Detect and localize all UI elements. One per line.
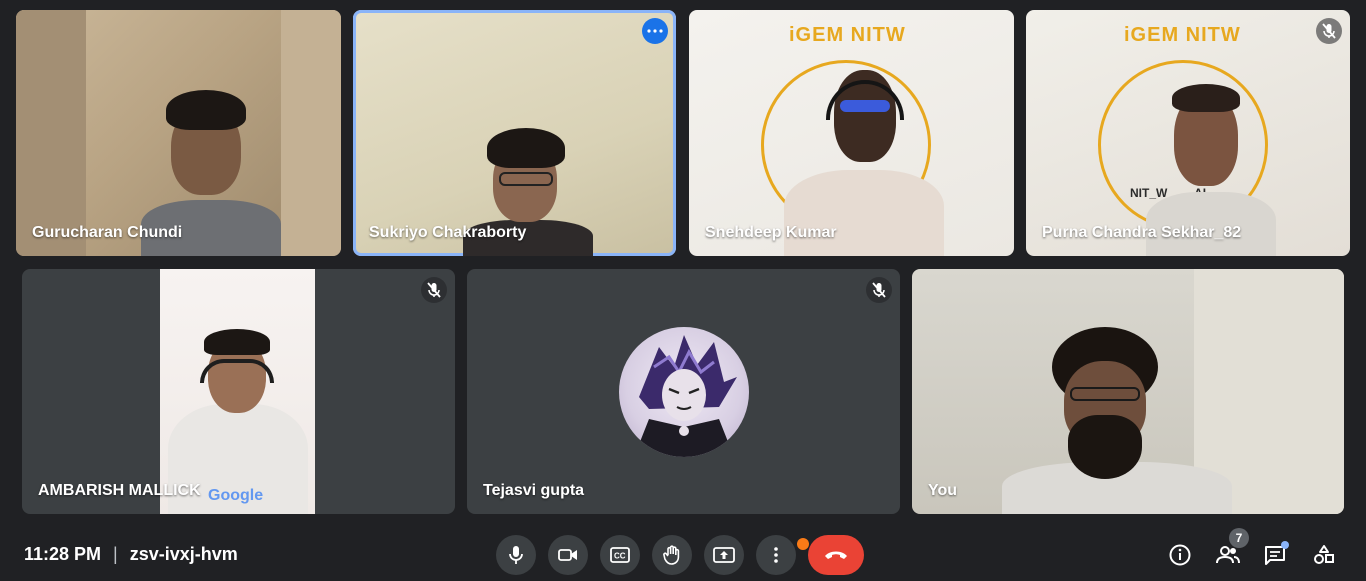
more-options-button[interactable]: [756, 535, 796, 575]
raise-hand-button[interactable]: [652, 535, 692, 575]
participant-tile-sukriyo[interactable]: Sukriyo Chakraborty: [353, 10, 676, 256]
people-icon: [1216, 546, 1240, 564]
camera-button[interactable]: [548, 535, 588, 575]
info-icon: [1169, 544, 1191, 566]
end-call-icon: [825, 551, 847, 559]
separator: |: [113, 544, 118, 564]
meeting-details: 11:28 PM | zsv-ivxj-hvm: [24, 544, 238, 565]
end-call-button[interactable]: [808, 535, 864, 575]
notification-dot: [797, 538, 809, 550]
muted-mic-icon: [1316, 18, 1342, 44]
more-options-icon: [774, 547, 778, 563]
participant-video: [1002, 327, 1232, 514]
svg-text:CC: CC: [614, 552, 626, 561]
participant-video: Google: [160, 269, 315, 514]
people-count-badge: 7: [1229, 528, 1249, 548]
participant-tile-ambarish[interactable]: Google AMBARISH MALLICK: [22, 269, 455, 514]
participant-name: Tejasvi gupta: [483, 482, 585, 499]
present-icon: [713, 547, 735, 563]
meet-stage: Gurucharan Chundi Sukriyo Chakraborty iG…: [0, 0, 1366, 581]
muted-mic-icon: [421, 277, 447, 303]
wall-shadow: [16, 10, 86, 256]
meeting-time: 11:28 PM: [24, 544, 102, 564]
mic-icon: [509, 546, 523, 564]
participant-tile-snehdeep[interactable]: iGEM NITW Snehdeep Kumar: [689, 10, 1014, 256]
mic-button[interactable]: [496, 535, 536, 575]
present-button[interactable]: [704, 535, 744, 575]
participant-name: Snehdeep Kumar: [705, 224, 837, 241]
more-options-icon[interactable]: [642, 18, 668, 44]
muted-mic-icon: [866, 277, 892, 303]
captions-button[interactable]: CC: [600, 535, 640, 575]
participant-name: Gurucharan Chundi: [32, 224, 183, 241]
meeting-details-button[interactable]: [1164, 539, 1196, 571]
participant-tile-self[interactable]: You: [912, 269, 1344, 514]
participant-tile-purna[interactable]: iGEM NITW NIT_W____AL Purna Chandra Sekh…: [1026, 10, 1350, 256]
meeting-code[interactable]: zsv-ivxj-hvm: [130, 544, 238, 565]
profile-picture-icon: [619, 327, 749, 457]
participant-name: Purna Chandra Sekhar_82: [1042, 224, 1242, 241]
participant-tile-tejasvi[interactable]: Tejasvi gupta: [467, 269, 900, 514]
activities-button[interactable]: [1308, 539, 1340, 571]
participant-name: AMBARISH MALLICK: [38, 482, 201, 499]
participant-name: You: [928, 482, 958, 499]
participant-name: Sukriyo Chakraborty: [369, 224, 527, 241]
chat-notification-dot: [1281, 541, 1289, 549]
bottom-toolbar: 11:28 PM | zsv-ivxj-hvm CC 7: [0, 525, 1366, 581]
cupboard: [281, 10, 341, 256]
raise-hand-icon: [663, 545, 680, 565]
participant-tile-gurucharan[interactable]: Gurucharan Chundi: [16, 10, 341, 256]
camera-icon: [558, 549, 577, 561]
activities-icon: [1314, 545, 1334, 564]
shirt-logo-text: Google: [208, 487, 264, 504]
igem-logo-text: iGEM NITW: [1124, 24, 1241, 46]
igem-logo-text: iGEM NITW: [789, 24, 906, 46]
captions-icon: CC: [610, 547, 630, 563]
